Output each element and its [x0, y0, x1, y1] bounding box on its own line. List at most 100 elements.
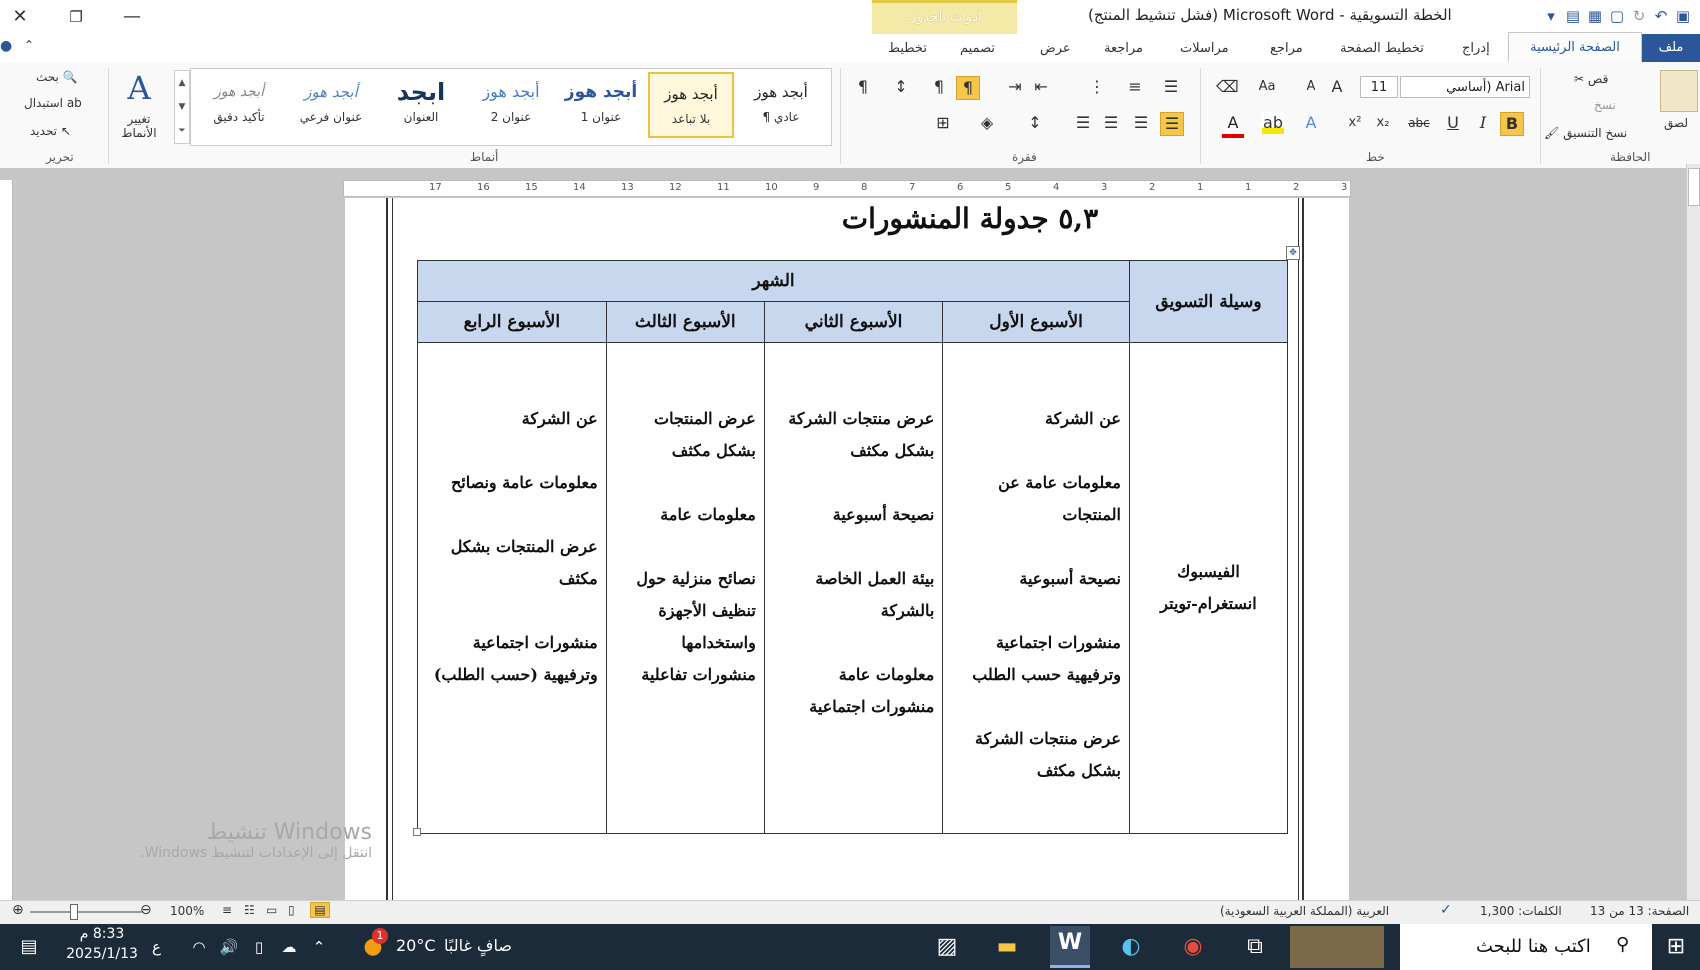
tab-home[interactable]: الصفحة الرئيسية: [1508, 32, 1642, 64]
wifi-icon[interactable]: ◠: [182, 930, 216, 964]
restore-button[interactable]: ❐: [56, 2, 96, 32]
weather-text[interactable]: صافٍ غالبًا: [444, 936, 512, 955]
publication-schedule-table[interactable]: وسيلة التسويق الشهر الأسبوع الأول الأسبو…: [417, 260, 1289, 834]
cut-button[interactable]: ✂ قص: [1574, 72, 1608, 86]
tab-mailings[interactable]: مراسلات: [1180, 38, 1229, 60]
file-explorer-icon[interactable]: ▬: [990, 930, 1024, 964]
copy-button[interactable]: نسخ: [1594, 98, 1616, 112]
clock-time[interactable]: 8:33 م: [62, 926, 142, 942]
clear-formatting-icon[interactable]: ⌫: [1216, 76, 1239, 98]
open-icon[interactable]: ▦: [1584, 5, 1606, 27]
redo-icon[interactable]: ↻: [1628, 5, 1650, 27]
zoom-slider-thumb[interactable]: [70, 904, 78, 920]
web-layout-icon[interactable]: ▭: [266, 903, 277, 917]
subscript-button[interactable]: x₂: [1372, 112, 1394, 134]
text-effects-icon[interactable]: A: [1300, 112, 1322, 134]
minimize-ribbon-icon[interactable]: ⌃: [24, 38, 34, 52]
find-button[interactable]: بحث 🔍: [36, 70, 78, 84]
search-highlight-image[interactable]: [1290, 926, 1384, 968]
highlight-icon[interactable]: ab: [1262, 112, 1284, 134]
rtl-direction-icon[interactable]: ¶: [956, 76, 980, 100]
strikethrough-button[interactable]: abc: [1404, 112, 1434, 134]
superscript-button[interactable]: x²: [1344, 112, 1366, 134]
sort-icon[interactable]: ↕: [890, 76, 912, 98]
vertical-scrollbar[interactable]: [1686, 164, 1700, 900]
justify-icon[interactable]: ☰: [1072, 112, 1094, 134]
style-subtitle[interactable]: أبجد هوز عنوان فرعي: [288, 72, 374, 138]
style-heading-1[interactable]: أبجد هوز عنوان 1: [558, 72, 644, 138]
dropdown-icon[interactable]: ▾: [1540, 5, 1562, 27]
style-heading-2[interactable]: أبجد هوز عنوان 2: [468, 72, 554, 138]
line-spacing-icon[interactable]: ↕: [1024, 112, 1046, 134]
start-button[interactable]: ⊞: [1652, 924, 1700, 970]
proofing-icon[interactable]: ✓: [1440, 902, 1452, 918]
change-case-icon[interactable]: Aa: [1256, 76, 1278, 98]
table-resize-handle[interactable]: [413, 828, 421, 836]
clock-date[interactable]: 2025/1/13: [62, 946, 142, 962]
style-normal[interactable]: أبجد هوز ¶ عادي: [738, 72, 824, 138]
ltr-direction-icon[interactable]: ¶: [928, 76, 950, 98]
tab-page-layout[interactable]: تخطيط الصفحة: [1340, 38, 1424, 60]
draft-view-icon[interactable]: ≡: [222, 903, 232, 917]
align-center-icon[interactable]: ☰: [1130, 112, 1152, 134]
tab-table-layout[interactable]: تخطيط: [888, 38, 927, 60]
input-language[interactable]: ع: [152, 938, 161, 956]
zoom-out-icon[interactable]: ⊖: [140, 902, 152, 918]
select-button[interactable]: تحديد ↖: [30, 124, 71, 138]
scrollbar-thumb[interactable]: [1688, 168, 1700, 206]
font-name-input[interactable]: Arial (أساسي: [1400, 76, 1530, 98]
zoom-level[interactable]: 100%: [170, 904, 204, 918]
task-view-icon[interactable]: ⧉: [1238, 930, 1272, 964]
help-icon[interactable]: ●: [0, 38, 12, 54]
week-4-cell[interactable]: عن الشركة معلومات عامة ونصائح عرض المنتج…: [417, 342, 607, 834]
style-no-spacing[interactable]: أبجد هوز بلا تباعد: [648, 72, 734, 138]
reading-view-icon[interactable]: ▯: [288, 903, 295, 917]
numbering-icon[interactable]: ≡: [1124, 76, 1146, 98]
week-2-cell[interactable]: عرض منتجات الشركة بشكل مكثف نصيحة أسبوعي…: [763, 342, 944, 834]
show-hidden-icons-icon[interactable]: ⌃: [302, 930, 336, 964]
weather-temp[interactable]: 20°C: [396, 936, 436, 955]
tab-table-design[interactable]: تصميم: [960, 38, 995, 60]
shading-icon[interactable]: ◈: [976, 112, 998, 134]
tab-references[interactable]: مراجع: [1270, 38, 1303, 60]
app-icon[interactable]: ▨: [930, 930, 964, 964]
minimize-button[interactable]: —: [112, 2, 152, 32]
tab-file[interactable]: ملف: [1642, 34, 1700, 62]
zoom-slider[interactable]: [30, 911, 142, 913]
replace-button[interactable]: استبدال ab: [24, 96, 82, 110]
grow-font-icon[interactable]: A: [1326, 76, 1348, 98]
font-color-icon[interactable]: A: [1222, 112, 1244, 138]
tab-view[interactable]: عرض: [1040, 38, 1071, 60]
bullets-icon[interactable]: ☰: [1160, 76, 1182, 98]
word-count[interactable]: الكلمات: 1,300: [1480, 904, 1562, 918]
show-formatting-icon[interactable]: ¶: [852, 76, 874, 98]
table-move-handle-icon[interactable]: ✥: [1286, 246, 1300, 260]
zoom-in-icon[interactable]: ⊕: [12, 902, 24, 918]
borders-icon[interactable]: ⊞: [932, 112, 954, 134]
volume-icon[interactable]: 🔊: [212, 930, 246, 964]
decrease-indent-icon[interactable]: ⇤: [1030, 76, 1052, 98]
shrink-font-icon[interactable]: A: [1300, 76, 1322, 98]
word-taskbar-icon[interactable]: W: [1050, 926, 1090, 968]
change-styles-button[interactable]: تغيير الأنماط: [112, 112, 166, 140]
print-layout-icon[interactable]: ▤: [310, 902, 330, 918]
paste-button[interactable]: لصق: [1664, 116, 1688, 130]
edge-icon[interactable]: ◐: [1114, 930, 1148, 964]
battery-icon[interactable]: ▯: [242, 930, 276, 964]
vertical-ruler[interactable]: [0, 180, 13, 900]
font-size-input[interactable]: 11: [1360, 76, 1398, 98]
onedrive-icon[interactable]: ☁: [272, 930, 306, 964]
print-preview-icon[interactable]: ▢: [1606, 5, 1628, 27]
gallery-scroll[interactable]: ▲ ▼ ⏷: [174, 70, 190, 144]
week-1-cell[interactable]: عن الشركة معلومات عامة عن المنتجات نصيحة…: [942, 342, 1130, 834]
save-icon[interactable]: ▣: [1672, 5, 1694, 27]
style-subtle-emphasis[interactable]: أبجد هوز تأكيد دقيق: [196, 72, 282, 138]
page-count[interactable]: الصفحة: 13 من 13: [1590, 904, 1689, 918]
change-styles-icon[interactable]: A: [118, 68, 160, 108]
outline-view-icon[interactable]: ☷: [244, 903, 255, 917]
tab-insert[interactable]: إدراج: [1462, 38, 1490, 60]
channel-cell[interactable]: الفيسبوك انستغرام-تويتر: [1128, 342, 1289, 834]
week-3-cell[interactable]: عرض المنتجات بشكل مكثف معلومات عامة نصائ…: [605, 342, 765, 834]
align-left-icon[interactable]: ☰: [1100, 112, 1122, 134]
notification-center-icon[interactable]: ▤: [12, 930, 46, 964]
